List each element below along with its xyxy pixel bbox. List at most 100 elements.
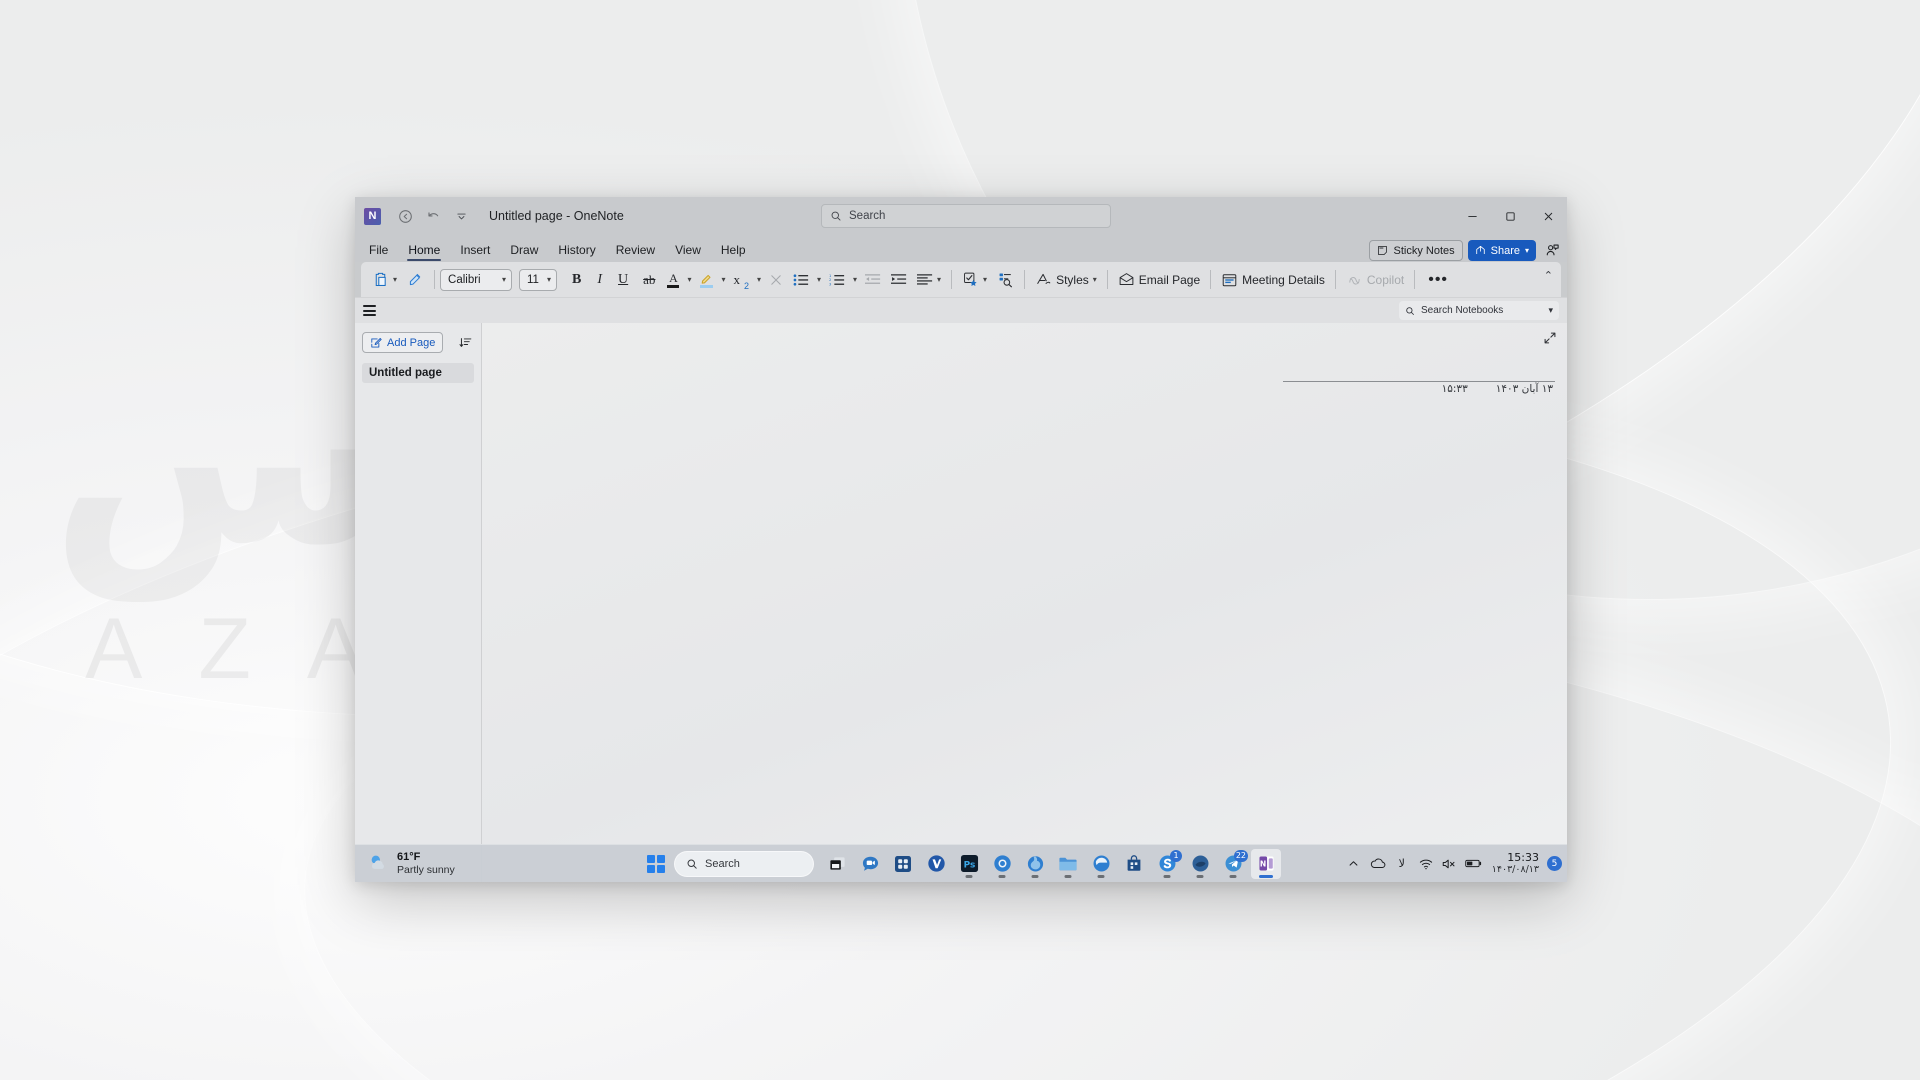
font-size-value: 11 [527, 273, 539, 286]
taskbar-app-chat[interactable] [855, 849, 885, 879]
tab-history[interactable]: History [548, 240, 605, 262]
tab-review[interactable]: Review [606, 240, 665, 262]
minimize-button[interactable] [1453, 197, 1491, 235]
taskbar-app-edge[interactable] [1086, 849, 1116, 879]
taskbar-app-store[interactable] [1119, 849, 1149, 879]
weather-widget[interactable]: 61°F Partly sunny [359, 851, 464, 876]
page-title-rule [1283, 381, 1555, 382]
italic-button[interactable]: I [589, 266, 610, 294]
tab-insert[interactable]: Insert [450, 240, 500, 262]
telegram-badge: 22 [1233, 849, 1248, 862]
sticky-notes-button[interactable]: Sticky Notes [1369, 240, 1463, 261]
highlight-dropdown[interactable]: ▾ [718, 266, 728, 294]
page-date: ۱۳ آبان ۱۴۰۳ [1495, 383, 1553, 395]
person-comment-icon[interactable] [1541, 240, 1563, 261]
share-button[interactable]: Share ▾ [1467, 240, 1536, 261]
maximize-button[interactable] [1491, 197, 1529, 235]
copilot-label: Copilot [1366, 272, 1405, 287]
numbered-list-button[interactable]: 1 2 3 [824, 266, 850, 294]
app-search-box[interactable]: Search [821, 204, 1111, 228]
subscript-dropdown[interactable]: ▾ [754, 266, 764, 294]
add-page-button[interactable]: Add Page [362, 332, 444, 353]
search-icon [687, 859, 697, 869]
notification-badge[interactable]: 5 [1547, 856, 1562, 871]
email-page-button[interactable]: Email Page [1113, 266, 1205, 294]
task-view-icon [829, 856, 845, 870]
chevron-down-icon[interactable]: ▾ [393, 275, 397, 284]
taskbar-app-firefox[interactable] [1020, 849, 1050, 879]
tray-overflow-chevron-up-icon[interactable] [1343, 849, 1365, 879]
taskbar-app-chrome[interactable] [987, 849, 1017, 879]
email-page-label: Email Page [1138, 272, 1201, 287]
wifi-icon[interactable] [1415, 849, 1437, 879]
back-circle-icon[interactable] [393, 204, 417, 228]
taskbar-app-file-explorer[interactable] [1053, 849, 1083, 879]
ribbon-overflow-button[interactable]: ••• [1420, 266, 1456, 294]
svg-text:Ps: Ps [963, 860, 975, 870]
tab-home[interactable]: Home [398, 240, 450, 262]
search-notebooks-box[interactable]: Search Notebooks ▾ [1399, 301, 1559, 320]
paste-button[interactable]: ▾ [367, 266, 402, 294]
svg-text:N: N [1259, 860, 1265, 869]
page-list-panel: Add Page Untitled page [355, 323, 482, 882]
font-size-combobox[interactable]: 11 ▾ [519, 268, 558, 291]
strikethrough-button[interactable]: ab [636, 266, 662, 294]
numbering-dropdown[interactable]: ▾ [850, 266, 860, 294]
volume-muted-icon[interactable] [1439, 849, 1461, 879]
format-painter-button[interactable] [402, 266, 429, 294]
taskbar-app-dark[interactable] [1185, 849, 1215, 879]
tag-star-icon [964, 272, 977, 286]
find-tags-button[interactable] [992, 266, 1019, 294]
copilot-button: Copilot [1341, 266, 1409, 294]
taskbar-app-skype[interactable]: 1 [1152, 849, 1182, 879]
windows-start-icon[interactable] [641, 849, 671, 879]
underline-button[interactable]: U [610, 266, 636, 294]
chevron-down-icon[interactable]: ▾ [1548, 305, 1553, 316]
tab-draw[interactable]: Draw [500, 240, 548, 262]
photoshop-icon: Ps [960, 854, 978, 873]
language-icon[interactable]: ﻻ [1391, 849, 1413, 879]
font-name-combobox[interactable]: Calibri ▾ [440, 268, 513, 291]
undo-icon[interactable] [421, 204, 445, 228]
font-color-dropdown[interactable]: ▾ [684, 266, 694, 294]
taskbar-search-box[interactable]: Search [674, 850, 814, 877]
bullet-list-button[interactable] [788, 266, 814, 294]
align-text-button[interactable]: ▾ [912, 266, 946, 294]
styles-label: Styles [1056, 272, 1089, 287]
expand-arrows-icon[interactable] [1543, 331, 1557, 345]
styles-button[interactable]: Styles ▾ [1030, 266, 1102, 294]
note-canvas[interactable]: ۱۳ آبان ۱۴۰۳ ۱۵:۳۳ [482, 323, 1567, 882]
battery-icon[interactable] [1463, 849, 1485, 879]
tab-file[interactable]: File [359, 240, 398, 262]
page-list-item-untitled[interactable]: Untitled page [362, 363, 474, 383]
sort-icon[interactable] [457, 336, 474, 349]
taskbar-app-photoshop[interactable]: Ps [954, 849, 984, 879]
font-color-button[interactable]: A [662, 266, 684, 294]
tab-view[interactable]: View [665, 240, 711, 262]
toolbar-divider [951, 270, 953, 289]
tab-help[interactable]: Help [711, 240, 756, 262]
taskbar-app-task-view[interactable] [822, 849, 852, 879]
onedrive-icon[interactable] [1367, 849, 1389, 879]
quick-access-chevron-icon[interactable] [449, 204, 473, 228]
tray-clock[interactable]: 15:33 ۱۴۰۳/۰۸/۱۳ [1487, 851, 1545, 876]
hamburger-menu-icon[interactable] [363, 305, 376, 316]
bold-button[interactable]: B [564, 266, 589, 294]
close-button[interactable] [1529, 197, 1567, 235]
firefox-icon [1027, 856, 1043, 872]
increase-indent-button[interactable] [886, 266, 912, 294]
taskbar-app-onenote[interactable]: N [1251, 848, 1281, 879]
subscript-button[interactable]: x 2 [728, 266, 754, 294]
meeting-details-button[interactable]: Meeting Details [1216, 266, 1330, 294]
toolbar-divider [1024, 270, 1026, 289]
text-highlight-button[interactable] [694, 266, 718, 294]
bullets-dropdown[interactable]: ▾ [814, 266, 824, 294]
collapse-ribbon-button[interactable]: ⌃ [1544, 269, 1553, 282]
taskbar-app-widgets[interactable] [888, 849, 918, 879]
tag-button[interactable]: ▾ [957, 266, 992, 294]
taskbar-app-vpn[interactable] [921, 849, 951, 879]
chevron-down-icon: ▾ [937, 275, 942, 284]
title-bar: N Untitled page - OneNote Search [355, 197, 1567, 235]
taskbar-app-telegram[interactable]: 22 [1218, 849, 1248, 879]
tray-date: ۱۴۰۳/۰۸/۱۳ [1491, 864, 1539, 876]
